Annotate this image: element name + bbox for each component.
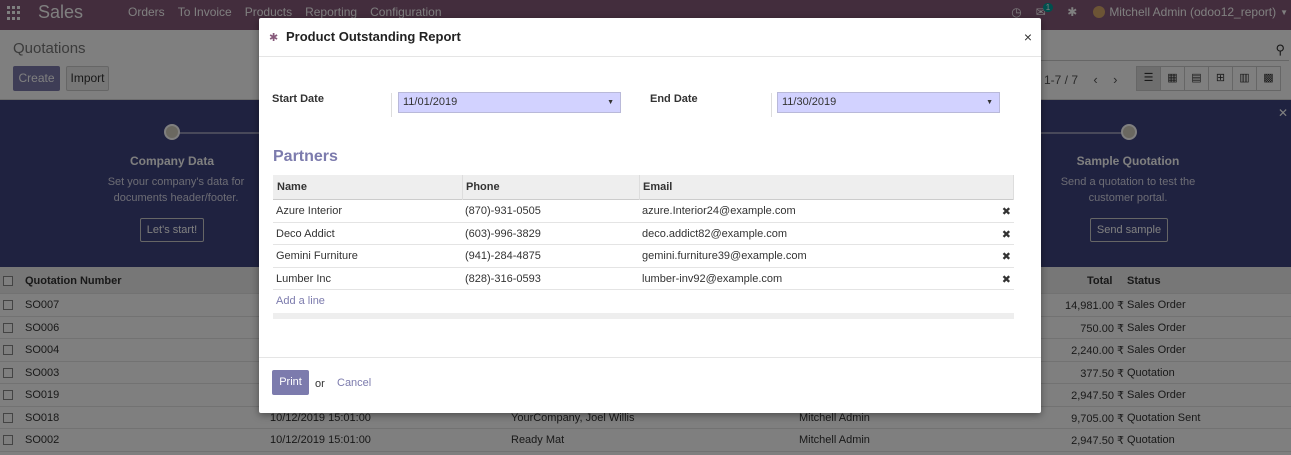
partners-table: Name Phone Email Azure Interior (870)-931… [273,175,1014,319]
product-outstanding-report-dialog: ✱ Product Outstanding Report × Start Dat… [259,18,1041,413]
end-date-value: 11/30/2019 [782,96,837,108]
dialog-title: Product Outstanding Report [286,29,461,44]
column-divider [639,175,640,200]
column-name[interactable]: Name [277,181,307,193]
chevron-down-icon[interactable]: ▼ [986,93,993,112]
partner-name: Deco Addict [276,227,335,240]
partner-email: lumber-inv92@example.com [642,272,783,285]
start-date-label: Start Date [272,93,324,105]
partner-phone: (941)-284-4875 [465,250,541,262]
delete-row-icon[interactable]: ✖ [1002,205,1011,218]
partners-section-title: Partners [273,148,338,165]
partner-name: Azure Interior [276,205,343,217]
start-date-field[interactable]: 11/01/2019 ▼ [398,92,621,113]
cancel-button[interactable]: Cancel [337,377,371,389]
add-line-link[interactable]: Add a line [276,295,325,307]
partner-row[interactable]: Azure Interior (870)-931-0505 azure.Interi… [273,200,1014,223]
close-icon[interactable]: × [1024,29,1032,45]
column-email[interactable]: Email [643,181,672,193]
partner-email: azure.Interior24@example.com [642,205,796,217]
partner-phone: (870)-931-0505 [465,205,541,217]
column-divider [462,175,463,200]
delete-row-icon[interactable]: ✖ [1002,228,1011,241]
print-button[interactable]: Print [272,370,309,395]
end-date-label: End Date [650,93,698,105]
dialog-footer: Print or Cancel [259,357,1041,413]
divider [771,93,772,117]
partner-phone: (828)-316-0593 [465,272,541,285]
partners-table-header: Name Phone Email [273,175,1014,200]
table-footer [273,312,1014,319]
end-date-field[interactable]: 11/30/2019 ▼ [777,92,1000,113]
divider [391,93,392,117]
bug-icon: ✱ [269,32,279,44]
partner-row[interactable]: Deco Addict (603)-996-3829 deco.addict82@e… [273,223,1014,245]
partner-phone: (603)-996-3829 [465,227,541,240]
start-date-value: 11/01/2019 [403,96,458,108]
chevron-down-icon[interactable]: ▼ [607,93,614,112]
partner-row[interactable]: Gemini Furniture (941)-284-4875 gemini.fur… [273,245,1014,268]
partner-name: Gemini Furniture [276,250,358,262]
or-text: or [315,378,325,390]
partner-email: deco.addict82@example.com [642,227,788,240]
partner-name: Lumber Inc [276,272,332,285]
column-divider [1013,175,1014,200]
add-line-row: Add a line [273,290,1014,313]
delete-row-icon[interactable]: ✖ [1002,250,1011,263]
delete-row-icon[interactable]: ✖ [1002,273,1011,286]
dialog-header: ✱ Product Outstanding Report × [259,18,1041,57]
column-phone[interactable]: Phone [466,181,500,193]
partner-email: gemini.furniture39@example.com [642,250,807,262]
partner-row[interactable]: Lumber Inc (828)-316-0593 lumber-inv92@exa… [273,268,1014,290]
